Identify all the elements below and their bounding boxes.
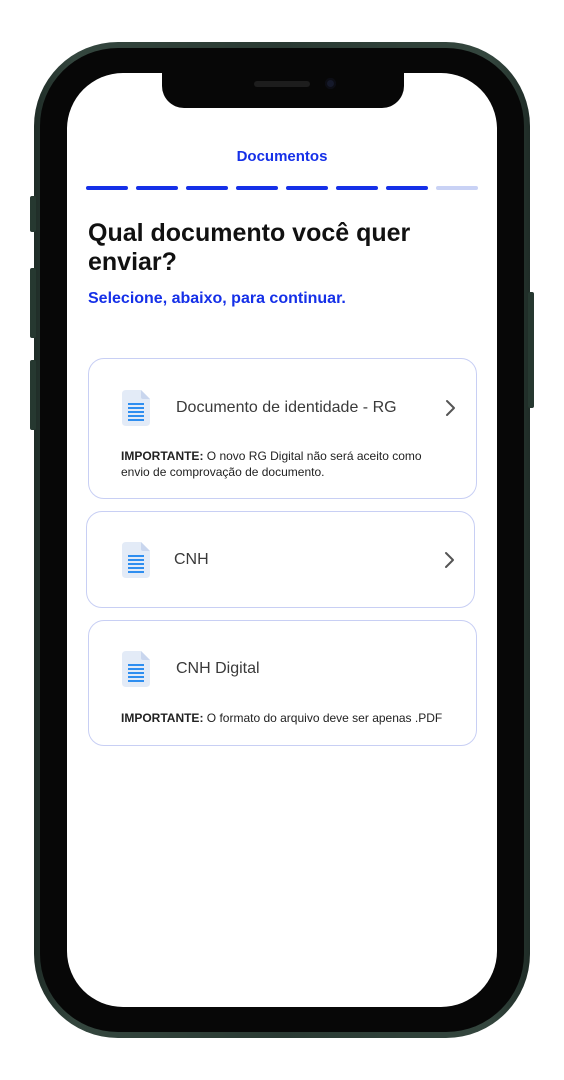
progress-segment-complete [86,186,128,190]
document-option-label: Documento de identidade - RG [176,399,397,416]
power-button [528,292,534,408]
chevron-right-icon [445,552,454,568]
volume-down-button [30,360,36,430]
progress-segment-complete [286,186,328,190]
page-title: Qual documento você quer enviar? [88,219,411,276]
chevron-right-icon [446,400,455,416]
silent-switch [30,196,36,232]
document-option-cnh-digital[interactable]: CNH Digital IMPORTANTE: O formato do arq… [88,620,477,746]
volume-up-button [30,268,36,338]
document-icon [122,390,150,426]
document-icon [122,542,150,578]
speaker-grille [254,81,310,87]
front-camera [325,78,336,89]
page-subtitle: Selecione, abaixo, para continuar. [88,290,346,307]
app-screen: Documentos Qual documento você quer envi… [67,73,497,1007]
progress-segment-pending [436,186,478,190]
important-text: O formato do arquivo deve ser apenas .PD… [203,711,443,725]
progress-segment-complete [186,186,228,190]
important-prefix: IMPORTANTE: [121,711,204,725]
progress-segment-complete [136,186,178,190]
document-icon [122,651,150,687]
important-note: IMPORTANTE: O formato do arquivo deve se… [121,710,461,726]
document-option-rg[interactable]: Documento de identidade - RG IMPORTANTE:… [88,358,477,499]
progress-segment-complete [336,186,378,190]
important-note: IMPORTANTE: O novo RG Digital não será a… [121,448,451,480]
notch [162,73,404,108]
step-title: Documentos [236,148,328,165]
progress-segment-complete [386,186,428,190]
important-prefix: IMPORTANTE: [121,449,204,463]
progress-segment-complete [236,186,278,190]
document-option-label: CNH [174,551,209,568]
document-option-cnh[interactable]: CNH [86,511,475,608]
document-option-label: CNH Digital [176,660,260,677]
progress-indicator [86,186,478,190]
